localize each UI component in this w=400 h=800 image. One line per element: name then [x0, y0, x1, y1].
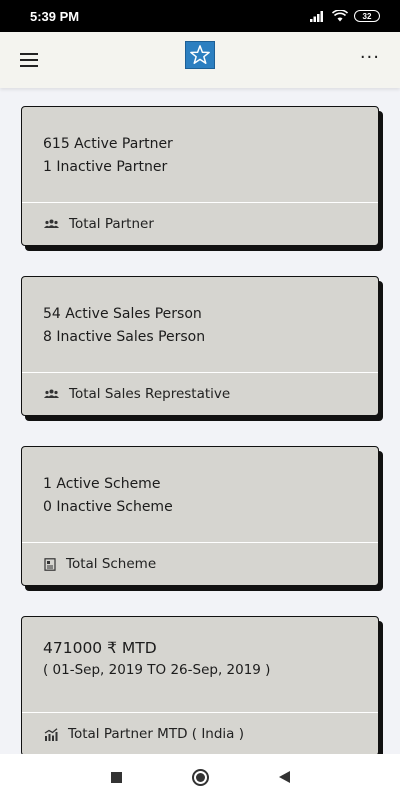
inactive-scheme-count: 0 Inactive Scheme	[43, 499, 173, 515]
status-time: 5:39 PM	[30, 8, 80, 24]
partner-mtd-card[interactable]: 471000 ₹ MTD ( 01-Sep, 2019 TO 26-Sep, 2…	[21, 616, 379, 754]
mtd-amount: 471000 ₹ MTD	[43, 639, 157, 657]
back-icon[interactable]	[278, 771, 290, 783]
card-footer: Total Scheme	[22, 542, 378, 585]
card-footer: Total Sales Represtative	[22, 372, 378, 415]
card-footer: Total Partner MTD ( India )	[22, 712, 378, 754]
card-footer: Total Partner	[22, 202, 378, 245]
active-sales-person-count: 54 Active Sales Person	[43, 306, 202, 322]
inactive-partner-count: 1 Inactive Partner	[43, 159, 168, 175]
sales-person-card[interactable]: 54 Active Sales Person 8 Inactive Sales …	[21, 276, 379, 416]
partner-card[interactable]: 615 Active Partner 1 Inactive Partner To…	[21, 106, 379, 246]
recents-icon[interactable]	[110, 771, 122, 783]
inactive-sales-person-count: 8 Inactive Sales Person	[43, 329, 206, 345]
mtd-period: ( 01-Sep, 2019 TO 26-Sep, 2019 )	[43, 662, 271, 678]
card-footer-label: Total Sales Represtative	[69, 386, 231, 402]
status-icons: 32	[310, 10, 380, 22]
hamburger-menu-icon[interactable]	[20, 50, 40, 70]
scheme-card[interactable]: 1 Active Scheme 0 Inactive Scheme Total …	[21, 446, 379, 586]
home-icon[interactable]	[191, 768, 209, 786]
card-footer-label: Total Scheme	[66, 556, 157, 572]
app-logo	[185, 41, 215, 69]
dashboard-content: 615 Active Partner 1 Inactive Partner To…	[0, 88, 400, 754]
app-bar: ···	[0, 32, 400, 88]
chart-icon	[44, 727, 58, 741]
more-options-icon[interactable]: ···	[360, 47, 380, 68]
group-icon	[44, 389, 59, 398]
document-icon	[44, 557, 56, 571]
battery-level: 32	[362, 11, 372, 21]
card-body: 615 Active Partner 1 Inactive Partner	[22, 107, 378, 202]
card-body: 1 Active Scheme 0 Inactive Scheme	[22, 447, 378, 542]
card-footer-label: Total Partner MTD ( India )	[68, 726, 245, 742]
wifi-icon	[332, 10, 348, 22]
status-bar: 5:39 PM 32	[0, 0, 400, 32]
system-nav-bar	[0, 754, 400, 800]
card-body: 471000 ₹ MTD ( 01-Sep, 2019 TO 26-Sep, 2…	[22, 617, 378, 712]
active-partner-count: 615 Active Partner	[43, 136, 173, 152]
signal-icon	[310, 11, 323, 22]
group-icon	[44, 219, 59, 228]
battery-icon: 32	[354, 10, 380, 22]
active-scheme-count: 1 Active Scheme	[43, 476, 161, 492]
star-logo-icon	[190, 45, 210, 64]
card-body: 54 Active Sales Person 8 Inactive Sales …	[22, 277, 378, 372]
card-footer-label: Total Partner	[69, 216, 154, 232]
